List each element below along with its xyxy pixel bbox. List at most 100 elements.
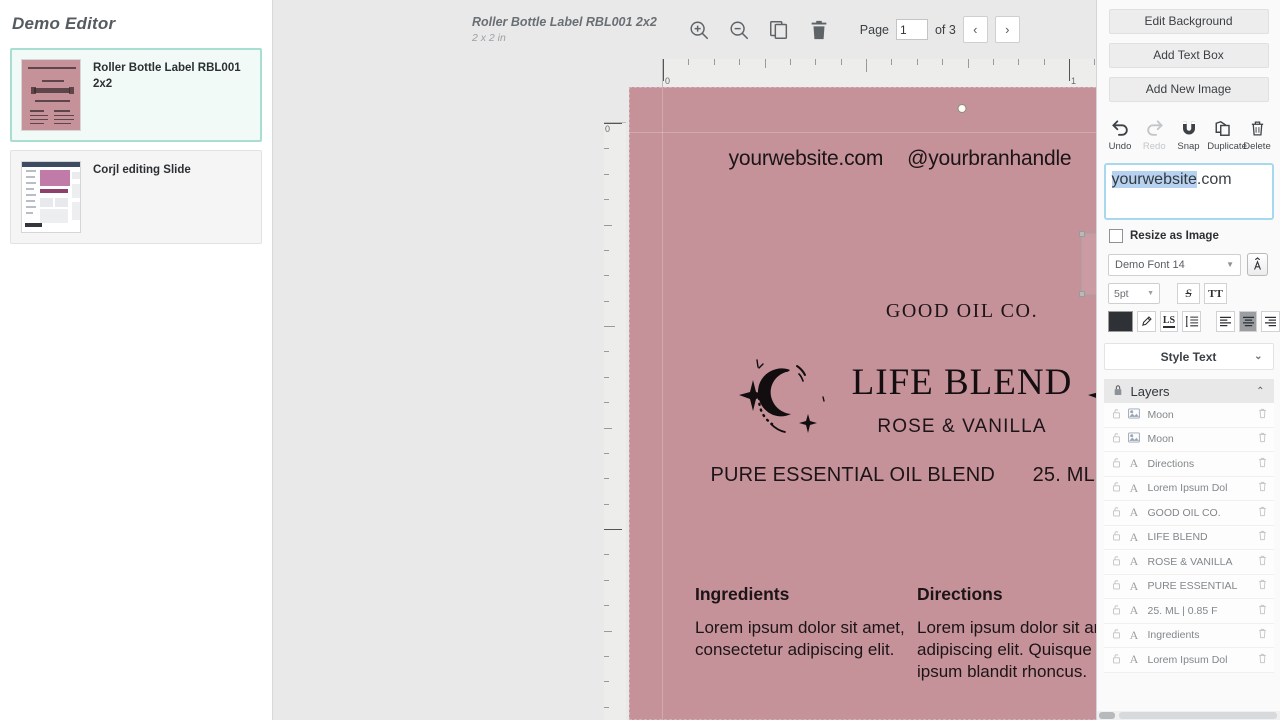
layer-delete-icon[interactable] xyxy=(1258,530,1267,544)
page-number-input[interactable] xyxy=(895,19,928,40)
selected-text-bounding-box[interactable] xyxy=(1079,231,1096,297)
text-case-button[interactable]: TT xyxy=(1204,283,1227,304)
label-volume-right[interactable]: 25. ML | 0.85 FL OZ xyxy=(1033,464,1096,486)
layer-name: ROSE & VANILLA xyxy=(1147,555,1233,568)
layer-delete-icon[interactable] xyxy=(1258,457,1267,471)
align-right-button[interactable] xyxy=(1261,311,1280,332)
layer-row[interactable]: Moon xyxy=(1103,427,1274,452)
text-color-swatch[interactable] xyxy=(1108,311,1133,332)
label-brand-handle[interactable]: @yourbranhandle xyxy=(907,147,1071,171)
layer-delete-icon[interactable] xyxy=(1258,506,1267,520)
label-ingredients-body[interactable]: Lorem ipsum dolor sit amet, consectetur … xyxy=(695,617,917,661)
page-total: of 3 xyxy=(934,22,956,37)
layers-panel-header[interactable]: Layers ⌃ xyxy=(1103,379,1274,403)
duplicate-label: Duplicate xyxy=(1207,141,1247,152)
layer-delete-icon[interactable] xyxy=(1258,604,1267,618)
format-row-1: 5pt ▼ S TT xyxy=(1108,283,1280,304)
layer-name: LIFE BLEND xyxy=(1147,531,1208,544)
label-product-title[interactable]: LIFE BLEND xyxy=(852,364,1073,401)
label-directions-body[interactable]: Lorem ipsum dolor sit amet, consectetur … xyxy=(917,617,1096,682)
layer-lock-icon[interactable] xyxy=(1112,481,1121,495)
font-size-select[interactable]: 5pt ▼ xyxy=(1108,283,1160,304)
duplicate-button[interactable]: Duplicate xyxy=(1207,117,1247,152)
chevron-down-icon: ▼ xyxy=(1226,260,1234,269)
label-company-name[interactable]: GOOD OIL CO. xyxy=(629,300,1096,323)
page-item-roller-bottle-label[interactable]: Roller Bottle Label RBL001 2x2 xyxy=(10,48,262,142)
page-title: Demo Editor xyxy=(12,14,116,33)
page-item-corjl-editing-slide[interactable]: Corjl editing Slide xyxy=(10,150,262,244)
align-center-button[interactable] xyxy=(1238,311,1258,332)
horizontal-scrollbar[interactable] xyxy=(1097,711,1280,720)
align-left-button[interactable] xyxy=(1216,311,1235,332)
next-page-button[interactable]: › xyxy=(994,16,1020,43)
layer-lock-icon[interactable] xyxy=(1112,653,1121,667)
prev-page-button[interactable]: ‹ xyxy=(962,16,988,43)
image-layer-icon xyxy=(1128,408,1141,422)
layer-lock-icon[interactable] xyxy=(1112,506,1121,520)
horizontal-ruler[interactable]: 01 xyxy=(662,59,1096,87)
delete-label: Delete xyxy=(1243,141,1271,152)
trash-icon[interactable] xyxy=(808,19,830,41)
add-text-box-button[interactable]: Add Text Box xyxy=(1108,43,1269,68)
letter-spacing-button[interactable]: LS xyxy=(1159,311,1179,332)
label-website[interactable]: yourwebsite.com xyxy=(729,147,884,171)
layer-delete-icon[interactable] xyxy=(1258,408,1267,422)
layer-lock-icon[interactable] xyxy=(1112,432,1121,446)
layer-delete-icon[interactable] xyxy=(1258,653,1267,667)
label-ingredients-heading[interactable]: Ingredients xyxy=(695,584,917,605)
layer-lock-icon[interactable] xyxy=(1112,628,1121,642)
font-family-select[interactable]: Demo Font 14 ▼ xyxy=(1108,253,1241,276)
scrollbar-thumb[interactable] xyxy=(1099,712,1115,719)
zoom-in-icon[interactable] xyxy=(688,19,710,41)
line-spacing-button[interactable] xyxy=(1182,311,1201,332)
redo-button[interactable]: Redo xyxy=(1139,117,1170,152)
label-canvas[interactable]: yourwebsite.com @yourbranhandle 12M CRUE… xyxy=(629,87,1096,720)
font-accent-button[interactable] xyxy=(1247,253,1268,276)
layer-lock-icon[interactable] xyxy=(1112,408,1121,422)
zoom-out-icon[interactable] xyxy=(728,19,750,41)
resize-as-image-label: Resize as Image xyxy=(1130,230,1219,242)
layer-lock-icon[interactable] xyxy=(1112,579,1121,593)
label-product-subtitle[interactable]: ROSE & VANILLA xyxy=(852,416,1073,438)
layer-name: PURE ESSENTIAL xyxy=(1147,580,1238,593)
eyedropper-button[interactable] xyxy=(1136,311,1156,332)
layer-delete-icon[interactable] xyxy=(1258,628,1267,642)
label-volume-row: PURE ESSENTIAL OIL BLEND 25. ML | 0.85 F… xyxy=(629,464,1097,487)
layer-lock-icon[interactable] xyxy=(1112,457,1121,471)
layer-row[interactable]: A Ingredients xyxy=(1103,623,1274,648)
layer-delete-icon[interactable] xyxy=(1258,555,1267,569)
layer-row[interactable]: A 25. ML | 0.85 F xyxy=(1103,599,1274,624)
scrollbar-track[interactable] xyxy=(1119,712,1277,719)
layer-row[interactable]: A ROSE & VANILLA xyxy=(1103,550,1274,575)
delete-button[interactable]: Delete xyxy=(1242,117,1273,152)
label-directions-heading[interactable]: Directions xyxy=(917,584,1096,605)
add-new-image-button[interactable]: Add New Image xyxy=(1108,77,1269,102)
snap-button[interactable]: Snap xyxy=(1173,117,1204,152)
layer-row[interactable]: A Directions xyxy=(1103,452,1274,477)
layer-lock-icon[interactable] xyxy=(1112,555,1121,569)
vertical-ruler[interactable]: 0 xyxy=(604,122,626,720)
layer-row[interactable]: Moon xyxy=(1103,403,1274,428)
layer-name: Moon xyxy=(1147,433,1174,446)
layer-row[interactable]: A PURE ESSENTIAL xyxy=(1103,574,1274,599)
copy-icon[interactable] xyxy=(768,19,790,41)
layer-lock-icon[interactable] xyxy=(1112,604,1121,618)
layer-delete-icon[interactable] xyxy=(1258,481,1267,495)
layer-lock-icon[interactable] xyxy=(1112,530,1121,544)
layer-row[interactable]: A LIFE BLEND xyxy=(1103,525,1274,550)
label-volume-left[interactable]: PURE ESSENTIAL OIL BLEND xyxy=(711,464,996,486)
layer-name: GOOD OIL CO. xyxy=(1147,506,1221,519)
layer-row[interactable]: A Lorem Ipsum Dol xyxy=(1103,648,1274,673)
layer-row[interactable]: A GOOD OIL CO. xyxy=(1103,501,1274,526)
strikethrough-button[interactable]: S xyxy=(1177,283,1200,304)
undo-button[interactable]: Undo xyxy=(1105,117,1136,152)
style-text-accordion[interactable]: Style Text ⌄ xyxy=(1103,343,1274,370)
edit-background-button[interactable]: Edit Background xyxy=(1108,9,1269,34)
rotate-handle[interactable] xyxy=(957,104,967,113)
layer-row[interactable]: A Lorem Ipsum Dol xyxy=(1103,476,1274,501)
layer-delete-icon[interactable] xyxy=(1258,432,1267,446)
layer-delete-icon[interactable] xyxy=(1258,579,1267,593)
resize-as-image-row[interactable]: Resize as Image xyxy=(1109,229,1280,243)
text-content-input[interactable]: yourwebsite.com xyxy=(1103,163,1274,220)
resize-as-image-checkbox[interactable] xyxy=(1109,229,1123,243)
